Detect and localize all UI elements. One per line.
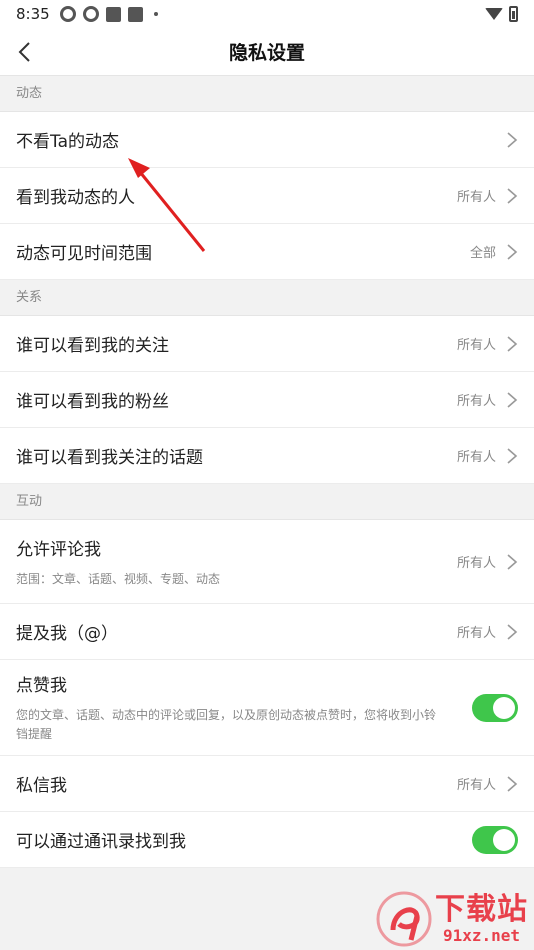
setting-title: 提及我（@） (16, 624, 118, 644)
setting-title: 谁可以看到我的粉丝 (16, 392, 169, 412)
notification-icon (82, 6, 99, 22)
nav-bar: 隐私设置 (0, 28, 534, 76)
status-bar: 8:35 (0, 0, 534, 28)
setting-row-who-sees-my-following[interactable]: 谁可以看到我的关注 所有人 (0, 316, 534, 372)
setting-value: 所有人 (456, 626, 496, 641)
chevron-right-icon (507, 553, 518, 570)
wifi-icon (485, 8, 503, 20)
status-time: 8:35 (16, 5, 50, 23)
setting-row-mentions[interactable]: 提及我（@） 所有人 (0, 604, 534, 660)
notification-icon (105, 6, 121, 22)
watermark: 下载站 91xz.net (375, 890, 528, 948)
setting-row-hide-their-dynamics[interactable]: 不看Ta的动态 (0, 112, 534, 168)
setting-subtitle: 您的文章、话题、动态中的评论或回复，以及原创动态被点赞时，您将收到小铃铛提醒 (16, 708, 437, 741)
setting-row-who-sees-my-topics[interactable]: 谁可以看到我关注的话题 所有人 (0, 428, 534, 484)
chevron-right-icon (507, 243, 518, 260)
setting-title: 动态可见时间范围 (16, 244, 152, 264)
chevron-right-icon (507, 131, 518, 148)
back-arrow-icon[interactable] (14, 40, 38, 64)
page-title: 隐私设置 (228, 42, 305, 64)
setting-subtitle: 范围：文章、话题、视频、专题、动态 (16, 571, 221, 586)
contacts-toggle[interactable] (472, 825, 518, 854)
setting-row-dynamics-time-range[interactable]: 动态可见时间范围 全部 (0, 224, 534, 280)
section-header-dynamics: 动态 (0, 76, 534, 112)
setting-value: 所有人 (456, 450, 496, 465)
setting-title: 点赞我 (16, 676, 67, 696)
setting-row-find-by-contacts: 可以通过通讯录找到我 (0, 812, 534, 868)
setting-row-who-sees-my-fans[interactable]: 谁可以看到我的粉丝 所有人 (0, 372, 534, 428)
toggle-knob (493, 696, 515, 719)
setting-value: 所有人 (456, 556, 496, 571)
chevron-right-icon (507, 187, 518, 204)
setting-row-likes: 点赞我 您的文章、话题、动态中的评论或回复，以及原创动态被点赞时，您将收到小铃铛… (0, 660, 534, 756)
setting-title: 可以通过通讯录找到我 (16, 832, 186, 852)
chevron-right-icon (507, 623, 518, 640)
setting-title: 允许评论我 (16, 539, 101, 560)
setting-value: 全部 (469, 246, 496, 261)
chevron-right-icon (507, 775, 518, 792)
setting-row-private-messages[interactable]: 私信我 所有人 (0, 756, 534, 812)
chevron-right-icon (507, 447, 518, 464)
setting-title: 私信我 (16, 776, 67, 796)
watermark-title: 下载站 (435, 891, 528, 927)
more-notifications-icon (153, 12, 158, 16)
setting-row-allow-comments[interactable]: 允许评论我 范围：文章、话题、视频、专题、动态 所有人 (0, 520, 534, 604)
setting-row-who-sees-my-dynamics[interactable]: 看到我动态的人 所有人 (0, 168, 534, 224)
watermark-domain: 91xz.net (442, 925, 521, 945)
setting-value: 所有人 (456, 190, 496, 205)
setting-title: 谁可以看到我关注的话题 (16, 448, 203, 468)
setting-title: 谁可以看到我的关注 (16, 336, 169, 356)
toggle-knob (493, 828, 515, 851)
section-header-interaction: 互动 (0, 484, 534, 520)
setting-value: 所有人 (456, 394, 496, 409)
setting-title: 不看Ta的动态 (16, 132, 119, 152)
setting-title: 看到我动态的人 (16, 188, 135, 208)
chevron-right-icon (507, 391, 518, 408)
setting-value: 所有人 (456, 778, 496, 793)
section-header-relations: 关系 (0, 280, 534, 316)
notification-icon (59, 6, 76, 22)
notification-icon (127, 6, 143, 22)
likes-toggle[interactable] (472, 693, 518, 722)
setting-value: 所有人 (456, 338, 496, 353)
battery-icon (509, 6, 518, 22)
chevron-right-icon (507, 335, 518, 352)
watermark-logo-icon (376, 891, 432, 947)
